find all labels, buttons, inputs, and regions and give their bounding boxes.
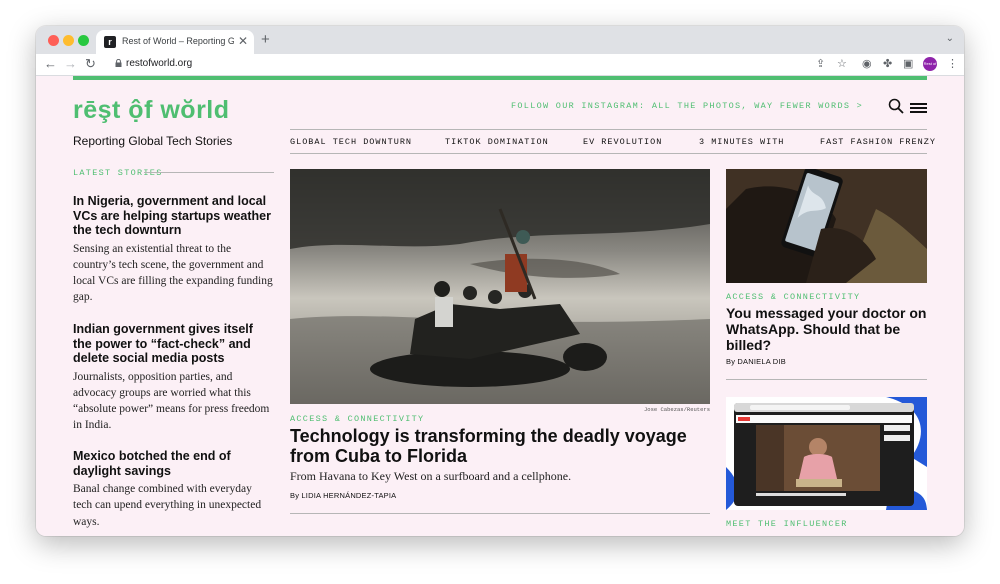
- profile-avatar[interactable]: Rest of World: [923, 57, 937, 80]
- sidepanel-icon[interactable]: ▣: [903, 57, 913, 71]
- zoom-window-button[interactable]: [78, 35, 89, 46]
- extensions-icon[interactable]: ✤: [883, 57, 892, 71]
- back-icon[interactable]: ←: [44, 56, 57, 72]
- reload-icon[interactable]: ↻: [85, 56, 96, 72]
- topic-link[interactable]: EV REVOLUTION: [583, 137, 662, 147]
- section-kicker[interactable]: ACCESS & CONNECTIVITY: [290, 414, 424, 424]
- forward-icon[interactable]: →: [64, 56, 77, 72]
- share-icon[interactable]: ⇪: [816, 57, 825, 71]
- topic-link[interactable]: GLOBAL TECH DOWNTURN: [290, 137, 412, 147]
- latest-story[interactable]: Mexico botched the end of daylight savin…: [73, 449, 273, 530]
- lock-icon[interactable]: [115, 59, 122, 67]
- section-kicker[interactable]: MEET THE INFLUENCER: [726, 519, 848, 529]
- kebab-menu-icon[interactable]: ⋮: [947, 57, 958, 71]
- story-dek: Banal change combined with everyday tech…: [73, 483, 262, 528]
- story-headline[interactable]: In Nigeria, government and local VCs are…: [73, 194, 273, 238]
- top-accent-bar: [73, 76, 927, 80]
- divider: [290, 513, 710, 514]
- search-icon[interactable]: [888, 98, 904, 114]
- topic-link[interactable]: FAST FASHION FRENZY: [820, 137, 936, 147]
- topic-nav: GLOBAL TECH DOWNTURN TIKTOK DOMINATION E…: [290, 129, 935, 154]
- star-icon[interactable]: ☆: [837, 57, 847, 71]
- story-headline[interactable]: Indian government gives itself the power…: [73, 322, 273, 366]
- side-headline-clipped[interactable]: [726, 531, 730, 536]
- new-tab-icon[interactable]: +: [261, 31, 270, 48]
- image-credit: Jose Cabezas/Reuters: [643, 406, 710, 413]
- close-window-button[interactable]: [48, 35, 59, 46]
- topic-link[interactable]: 3 MINUTES WITH: [699, 137, 784, 147]
- address-bar[interactable]: restofworld.org: [126, 58, 192, 69]
- browser-toolbar: ← → ↻ restofworld.org ⇪ ☆ ◉ ✤ ▣ Rest of …: [36, 54, 964, 80]
- story-dek: Journalists, opposition parties, and adv…: [73, 370, 270, 432]
- lead-byline[interactable]: By LIDIA HERNÁNDEZ-TAPIA: [290, 491, 396, 500]
- side-story-image[interactable]: [726, 169, 927, 283]
- side-byline[interactable]: By DANIELA DIB: [726, 357, 786, 366]
- close-tab-icon[interactable]: ✕: [238, 34, 248, 48]
- topic-link[interactable]: TIKTOK DOMINATION: [445, 137, 549, 147]
- latest-story[interactable]: Indian government gives itself the power…: [73, 322, 273, 434]
- browser-tab[interactable]: r Rest of World – Reporting Global Tech …: [96, 30, 254, 54]
- divider: [144, 172, 274, 173]
- lead-headline[interactable]: Technology is transforming the deadly vo…: [290, 426, 710, 466]
- story-dek: Sensing an existential threat to the cou…: [73, 242, 273, 304]
- hamburger-menu-icon[interactable]: [910, 103, 927, 113]
- favicon-icon: r: [104, 36, 116, 48]
- side-story-image[interactable]: [726, 397, 927, 510]
- site-logo[interactable]: rēşt ộf wŏrld: [73, 96, 230, 125]
- latest-story[interactable]: In Nigeria, government and local VCs are…: [73, 194, 273, 306]
- section-kicker[interactable]: ACCESS & CONNECTIVITY: [726, 292, 860, 302]
- side-headline[interactable]: You messaged your doctor on WhatsApp. Sh…: [726, 305, 931, 353]
- tab-title: Rest of World – Reporting Global Tech St…: [122, 36, 234, 46]
- lead-story-image[interactable]: [290, 169, 710, 404]
- password-icon[interactable]: ◉: [862, 57, 872, 71]
- tab-strip: r Rest of World – Reporting Global Tech …: [36, 26, 964, 54]
- web-page: rēşt ộf wŏrld Reporting Global Tech Stor…: [36, 76, 964, 536]
- site-tagline: Reporting Global Tech Stories: [73, 134, 233, 148]
- tab-search-icon[interactable]: ⌄: [946, 33, 954, 44]
- browser-window: r Rest of World – Reporting Global Tech …: [36, 26, 964, 536]
- instagram-link[interactable]: FOLLOW OUR INSTAGRAM: ALL THE PHOTOS, WA…: [511, 101, 863, 111]
- latest-stories-label: LATEST STORIES: [73, 168, 163, 178]
- story-headline[interactable]: Mexico botched the end of daylight savin…: [73, 449, 273, 478]
- minimize-window-button[interactable]: [63, 35, 74, 46]
- lead-dek: From Havana to Key West on a surfboard a…: [290, 469, 572, 483]
- divider: [726, 379, 927, 380]
